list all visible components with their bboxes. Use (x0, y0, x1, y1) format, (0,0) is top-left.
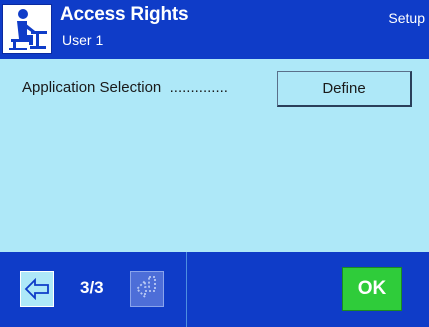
row-label-text: Application Selection (22, 79, 162, 96)
footer-bar: 3/3 OK (0, 252, 429, 327)
settings-panel: Application Selection .............. Def… (0, 59, 429, 252)
page-indicator: 3/3 (80, 278, 104, 297)
arrow-down-left-icon (135, 276, 156, 300)
previous-page-button[interactable] (20, 271, 54, 307)
page-title: Access Rights (60, 4, 189, 25)
next-page-button[interactable] (130, 271, 164, 307)
arrow-left-icon (24, 278, 49, 300)
row-leader: .............. (169, 79, 228, 96)
footer-divider (186, 252, 187, 327)
user-label: User 1 (62, 32, 104, 48)
application-selection-label: Application Selection .............. (22, 79, 228, 96)
mode-label: Setup (388, 10, 425, 26)
terminal-screen: Access Rights User 1 Setup Application S… (0, 0, 429, 327)
header-bar: Access Rights User 1 Setup (0, 0, 429, 59)
define-button[interactable]: Define (277, 71, 412, 107)
ok-button[interactable]: OK (342, 267, 402, 311)
balance-user-icon (2, 4, 52, 54)
